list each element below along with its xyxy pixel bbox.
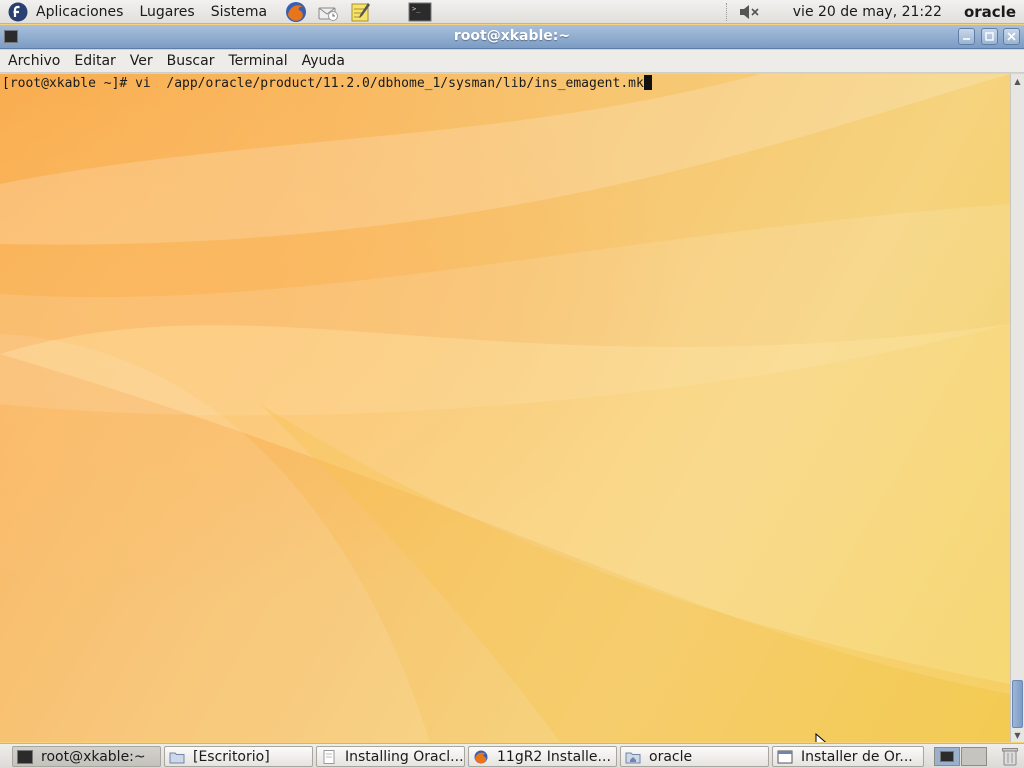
home-folder-icon (625, 752, 641, 763)
scroll-down-button[interactable]: ▼ (1011, 728, 1024, 742)
top-panel-tray: vie 20 de may, 21:22 oracle (722, 0, 1024, 24)
task-label: Installer de Or... (801, 748, 913, 765)
close-button[interactable] (1003, 28, 1020, 45)
firefox-icon (474, 750, 488, 763)
task-label: Installing Oracl... (345, 748, 464, 765)
menu-ayuda[interactable]: Ayuda (302, 53, 345, 69)
terminal-scrollbar[interactable]: ▲ ▼ (1010, 74, 1024, 742)
menu-archivo[interactable]: Archivo (8, 53, 60, 69)
top-panel: Aplicaciones Lugares Sistema >_ vie 20 d… (0, 0, 1024, 24)
window-title: root@xkable:~ (453, 28, 571, 44)
maximize-button[interactable] (981, 28, 998, 45)
menu-terminal[interactable]: Terminal (228, 53, 287, 69)
task-label: oracle (649, 748, 693, 765)
shell-prompt: [root@xkable ~]# (2, 76, 136, 91)
fedora-logo-icon[interactable] (8, 2, 28, 22)
menu-buscar[interactable]: Buscar (167, 53, 215, 69)
workspace-2[interactable] (961, 747, 987, 766)
terminal-icon (940, 751, 954, 762)
task-label: [Escritorio] (193, 748, 270, 765)
mail-icon[interactable] (315, 1, 341, 23)
menu-ver[interactable]: Ver (130, 53, 153, 69)
menu-sistema[interactable]: Sistema (211, 4, 267, 20)
wallpaper-waves (0, 74, 1010, 742)
task-installing-oracle[interactable]: Installing Oracl... (316, 746, 465, 767)
menu-lugares[interactable]: Lugares (139, 4, 194, 20)
workspace-1[interactable] (934, 747, 960, 766)
svg-text:>_: >_ (412, 5, 421, 13)
task-label: 11gR2 Installe... (497, 748, 611, 765)
scroll-up-button[interactable]: ▲ (1011, 74, 1024, 88)
bottom-panel: root@xkable:~ [Escritorio] Installing Or… (0, 743, 1024, 768)
task-11gr2-installer[interactable]: 11gR2 Installe... (468, 746, 617, 767)
panel-separator (725, 3, 727, 21)
window-icon (777, 750, 793, 763)
terminal-icon[interactable]: >_ (407, 1, 433, 23)
user-name[interactable]: oracle (964, 3, 1016, 21)
volume-muted-icon[interactable] (737, 2, 761, 22)
window-titlebar[interactable]: root@xkable:~ (0, 25, 1024, 49)
document-icon (323, 749, 335, 764)
terminal-icon (17, 749, 33, 764)
firefox-icon[interactable] (283, 1, 309, 23)
terminal-menubar: Archivo Editar Ver Buscar Terminal Ayuda (0, 50, 1024, 73)
task-label: root@xkable:~ (41, 748, 146, 765)
text-cursor (643, 75, 652, 90)
task-root-terminal[interactable]: root@xkable:~ (12, 746, 161, 767)
folder-icon (169, 752, 185, 763)
minimize-button[interactable] (958, 28, 975, 45)
clock[interactable]: vie 20 de may, 21:22 (793, 4, 942, 20)
terminal-prompt-line: [root@xkable ~]# vi /app/oracle/product/… (2, 75, 652, 91)
task-escritorio[interactable]: [Escritorio] (164, 746, 313, 767)
task-installer-oracle[interactable]: Installer de Or... (772, 746, 924, 767)
task-oracle-folder[interactable]: oracle (620, 746, 769, 767)
trash-icon[interactable] (1001, 746, 1019, 766)
mouse-pointer-icon (815, 733, 827, 742)
shell-command: vi /app/oracle/product/11.2.0/dbhome_1/s… (135, 76, 644, 91)
menu-aplicaciones[interactable]: Aplicaciones (36, 4, 123, 20)
terminal-content[interactable]: [root@xkable ~]# vi /app/oracle/product/… (0, 74, 1010, 742)
menu-editar[interactable]: Editar (74, 53, 115, 69)
scrollbar-thumb[interactable] (1012, 680, 1023, 728)
notes-icon[interactable] (347, 1, 373, 23)
